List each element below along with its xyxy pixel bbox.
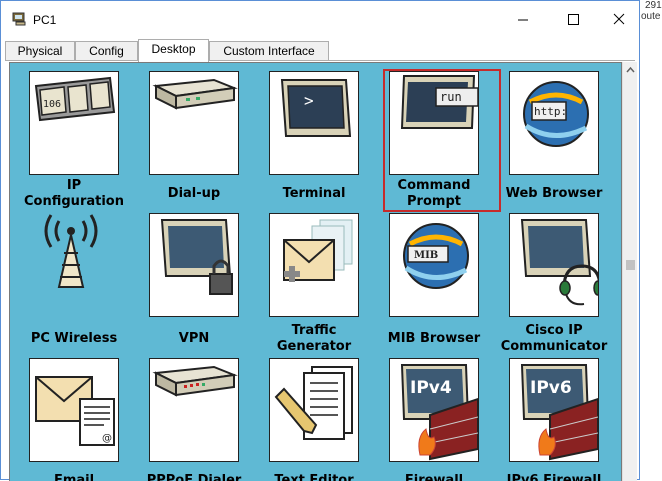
- app-mib-browser[interactable]: MIB MIB Browser: [388, 213, 507, 353]
- tab-desktop[interactable]: Desktop: [138, 39, 209, 62]
- tab-custom-interface[interactable]: Custom Interface: [209, 41, 329, 61]
- pppoe-dialer-icon: [152, 365, 238, 397]
- window-title: PC1: [33, 13, 57, 27]
- web-browser-tile[interactable]: http:: [509, 71, 599, 175]
- scrollbar-thumb[interactable]: [626, 260, 635, 270]
- firewall-icon: IPv4: [400, 364, 478, 461]
- cisco-ip-communicator-tile[interactable]: [509, 213, 599, 317]
- app-ip-configuration[interactable]: 106 IP Configuration: [24, 71, 147, 211]
- app-terminal[interactable]: > Terminal: [269, 71, 387, 211]
- background-window: 291 oute: [640, 0, 662, 480]
- terminal-tile[interactable]: >: [269, 71, 359, 175]
- app-firewall[interactable]: IPv4 Firewall: [389, 358, 507, 481]
- ipv4-text: IPv4: [410, 378, 452, 398]
- app-cisco-ip-communicator[interactable]: Cisco IP Communicator: [501, 213, 621, 354]
- mib-browser-icon: MIB: [403, 223, 469, 289]
- text-editor-tile[interactable]: [269, 358, 359, 462]
- app-label: VPN: [178, 331, 210, 346]
- wireless-antenna-icon: [44, 214, 98, 288]
- scroll-up-arrow-icon[interactable]: [623, 62, 638, 78]
- app-traffic-generator[interactable]: Traffic Generator: [269, 213, 387, 354]
- pppoe-dialer-tile[interactable]: [149, 358, 239, 462]
- app-label: Web Browser: [505, 186, 603, 201]
- terminal-prompt-text: >: [304, 91, 314, 110]
- ip-icon-text: 106: [43, 99, 61, 110]
- ipv6-text: IPv6: [530, 378, 572, 398]
- tab-label: Config: [89, 44, 124, 58]
- tab-physical[interactable]: Physical: [5, 41, 75, 61]
- ip-configuration-icon: 106: [34, 76, 116, 122]
- pc1-window: PC1 Physical Config Desktop Custom Inter…: [0, 0, 640, 481]
- email-icon: @: [35, 376, 115, 446]
- dial-up-tile[interactable]: [149, 71, 239, 175]
- vpn-tile[interactable]: [149, 213, 239, 317]
- app-web-browser[interactable]: http: Web Browser: [506, 71, 621, 211]
- app-label: IP Configuration: [24, 178, 124, 209]
- traffic-generator-icon: [283, 219, 353, 282]
- web-browser-icon: http:: [523, 81, 589, 147]
- app-label: MIB Browser: [387, 331, 481, 346]
- title-bar[interactable]: PC1: [1, 1, 639, 35]
- app-ipv6-firewall[interactable]: IPv6 IPv6 Firewall: [507, 358, 621, 481]
- tab-label: Physical: [17, 44, 63, 58]
- mib-box-text: MIB: [414, 250, 438, 261]
- maximize-button[interactable]: [561, 9, 585, 29]
- tab-divider: [5, 60, 635, 61]
- background-text-c: oute: [641, 11, 661, 22]
- modem-icon: [152, 78, 238, 110]
- at-sign-text: @: [102, 433, 112, 444]
- pc-app-icon: [12, 12, 26, 26]
- app-dial-up[interactable]: Dial-up: [149, 71, 267, 211]
- traffic-generator-tile[interactable]: [269, 213, 359, 317]
- tab-config[interactable]: Config: [75, 41, 138, 61]
- app-email[interactable]: @ Email: [29, 358, 147, 481]
- app-label: Dial-up: [167, 186, 221, 201]
- app-pc-wireless[interactable]: PC Wireless: [29, 213, 147, 353]
- mib-browser-tile[interactable]: MIB: [389, 213, 479, 317]
- pc-wireless-tile[interactable]: [29, 213, 119, 317]
- app-label: Traffic Generator: [276, 323, 352, 354]
- app-pppoe-dialer[interactable]: PPPoE Dialer: [147, 358, 267, 481]
- vertical-scrollbar[interactable]: [622, 62, 637, 481]
- ip-communicator-icon: [520, 219, 598, 306]
- ip-configuration-tile[interactable]: 106: [29, 71, 119, 175]
- firewall-tile[interactable]: IPv4: [389, 358, 479, 462]
- app-text-editor[interactable]: Text Editor: [269, 358, 387, 481]
- ipv6-firewall-icon: IPv6: [520, 364, 598, 461]
- desktop-panel: 106 IP Configuration Dial-up > Terminal …: [9, 62, 622, 481]
- app-label: Cisco IP Communicator: [500, 323, 608, 354]
- text-editor-icon: [274, 366, 353, 440]
- minimize-button[interactable]: [511, 9, 535, 29]
- tab-label: Custom Interface: [223, 44, 315, 58]
- app-label: Terminal: [282, 186, 346, 201]
- terminal-icon: >: [280, 79, 352, 137]
- app-label: PC Wireless: [30, 331, 118, 346]
- email-tile[interactable]: @: [29, 358, 119, 462]
- background-text-b: 291: [645, 0, 662, 11]
- tab-label: Desktop: [151, 42, 196, 56]
- app-vpn[interactable]: VPN: [149, 213, 267, 353]
- ipv6-firewall-tile[interactable]: IPv6: [509, 358, 599, 462]
- selection-highlight: [383, 69, 501, 212]
- http-box-text: http:: [534, 105, 567, 118]
- vpn-lock-icon: [160, 219, 233, 295]
- close-button[interactable]: [607, 9, 631, 29]
